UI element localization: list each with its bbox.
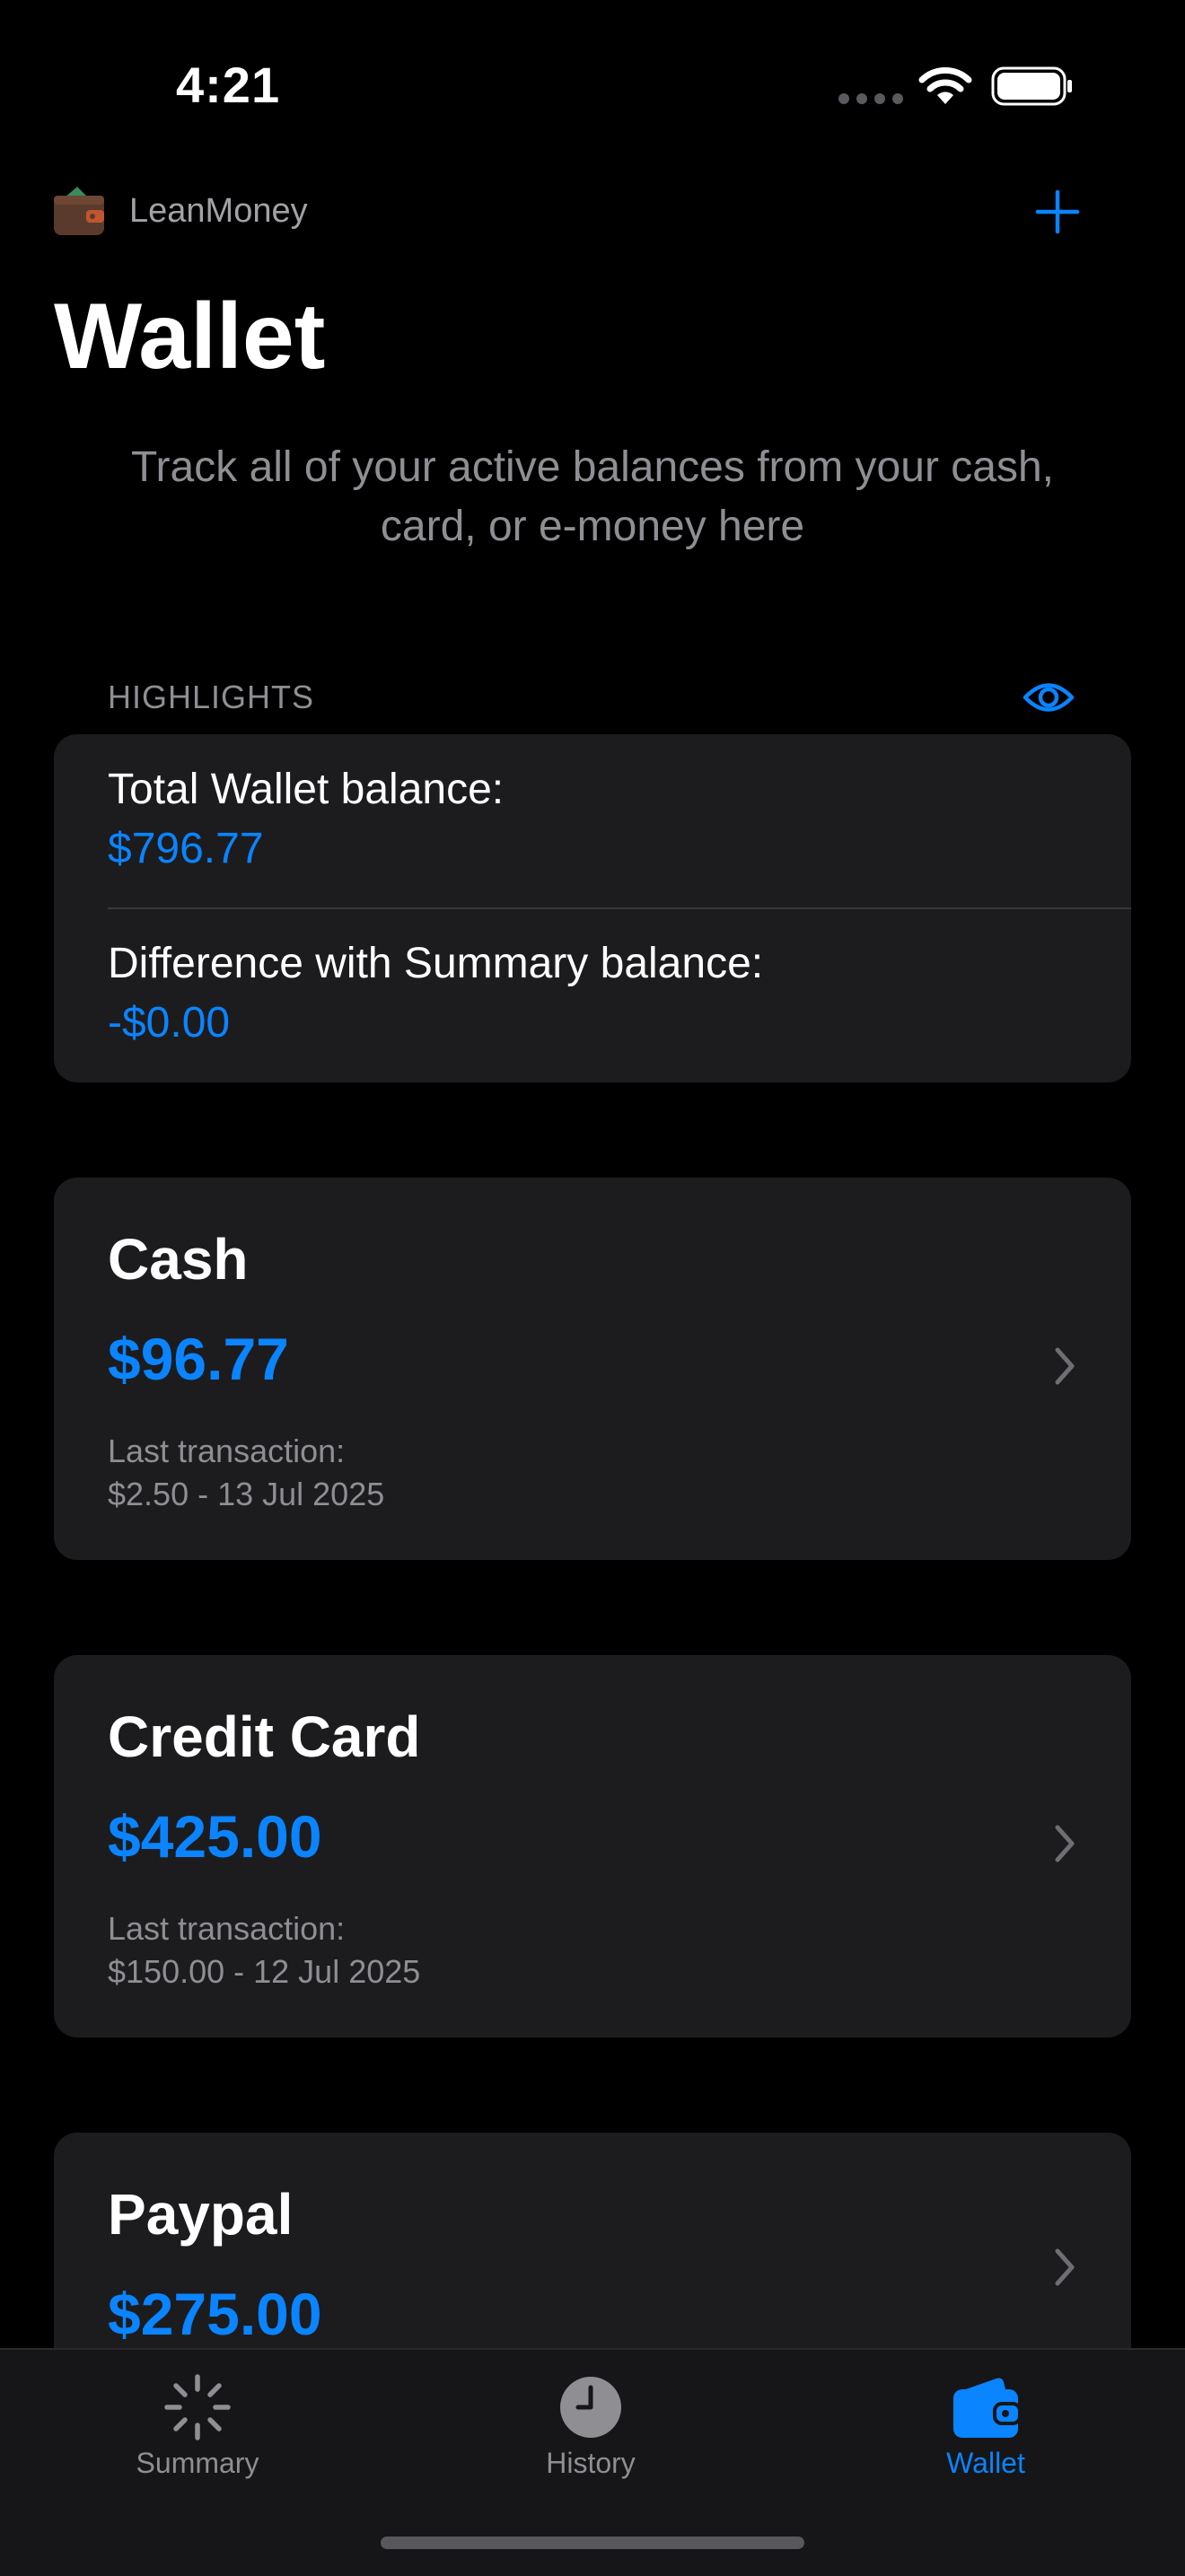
clock-icon [560,2377,621,2438]
app-name: LeanMoney [129,192,308,230]
last-transaction-value: $2.50 - 13 Jul 2025 [108,1476,385,1512]
wallet-card-cash[interactable]: Cash $96.77 Last transaction: $2.50 - 13… [54,1178,1131,1560]
tab-history[interactable]: History [456,2350,725,2520]
wallet-balance: $96.77 [108,1326,289,1392]
wallet-card-credit-card[interactable]: Credit Card $425.00 Last transaction: $1… [54,1655,1131,2037]
tab-label: Summary [136,2447,259,2479]
wallet-balance: $425.00 [108,1803,322,1870]
wallet-name: Paypal [108,2182,294,2247]
wallet-balance: $275.00 [108,2281,322,2347]
total-balance-value: $796.77 [108,825,264,872]
eye-icon[interactable] [1022,675,1075,720]
total-balance-label: Total Wallet balance: [108,766,505,813]
tab-label: History [546,2447,636,2479]
tab-summary[interactable]: Summary [63,2350,332,2520]
wallet-name: Credit Card [108,1704,421,1769]
chevron-right-icon [1055,2248,1075,2286]
last-transaction-label: Last transaction: [108,1910,346,1947]
chevron-right-icon [1055,1825,1075,1862]
home-indicator [381,2537,804,2549]
wallet-icon [953,2378,1022,2438]
highlights-card: Total Wallet balance: $796.77 Difference… [54,734,1131,1082]
chevron-right-icon [1055,1347,1075,1385]
plus-icon [1035,189,1080,234]
divider [108,907,1131,909]
wifi-icon [918,66,972,104]
page-title: Wallet [54,285,326,389]
last-transaction-value: $150.00 - 12 Jul 2025 [108,1953,421,1990]
difference-label: Difference with Summary balance: [108,940,764,987]
highlights-header: HIGHLIGHTS [108,679,315,715]
app-logo-icon [54,187,104,235]
tab-wallet[interactable]: Wallet [851,2350,1120,2520]
last-transaction-label: Last transaction: [108,1433,346,1469]
add-wallet-button[interactable] [1031,185,1084,239]
page-subtitle: Track all of your active balances from y… [131,443,1054,550]
spinner-icon [164,2374,231,2440]
cellular-signal-icon [838,93,903,104]
tab-label: Wallet [946,2447,1025,2479]
difference-value: -$0.00 [108,999,231,1047]
wallet-name: Cash [108,1227,249,1292]
battery-icon [991,66,1072,106]
status-time: 4:21 [176,57,281,113]
